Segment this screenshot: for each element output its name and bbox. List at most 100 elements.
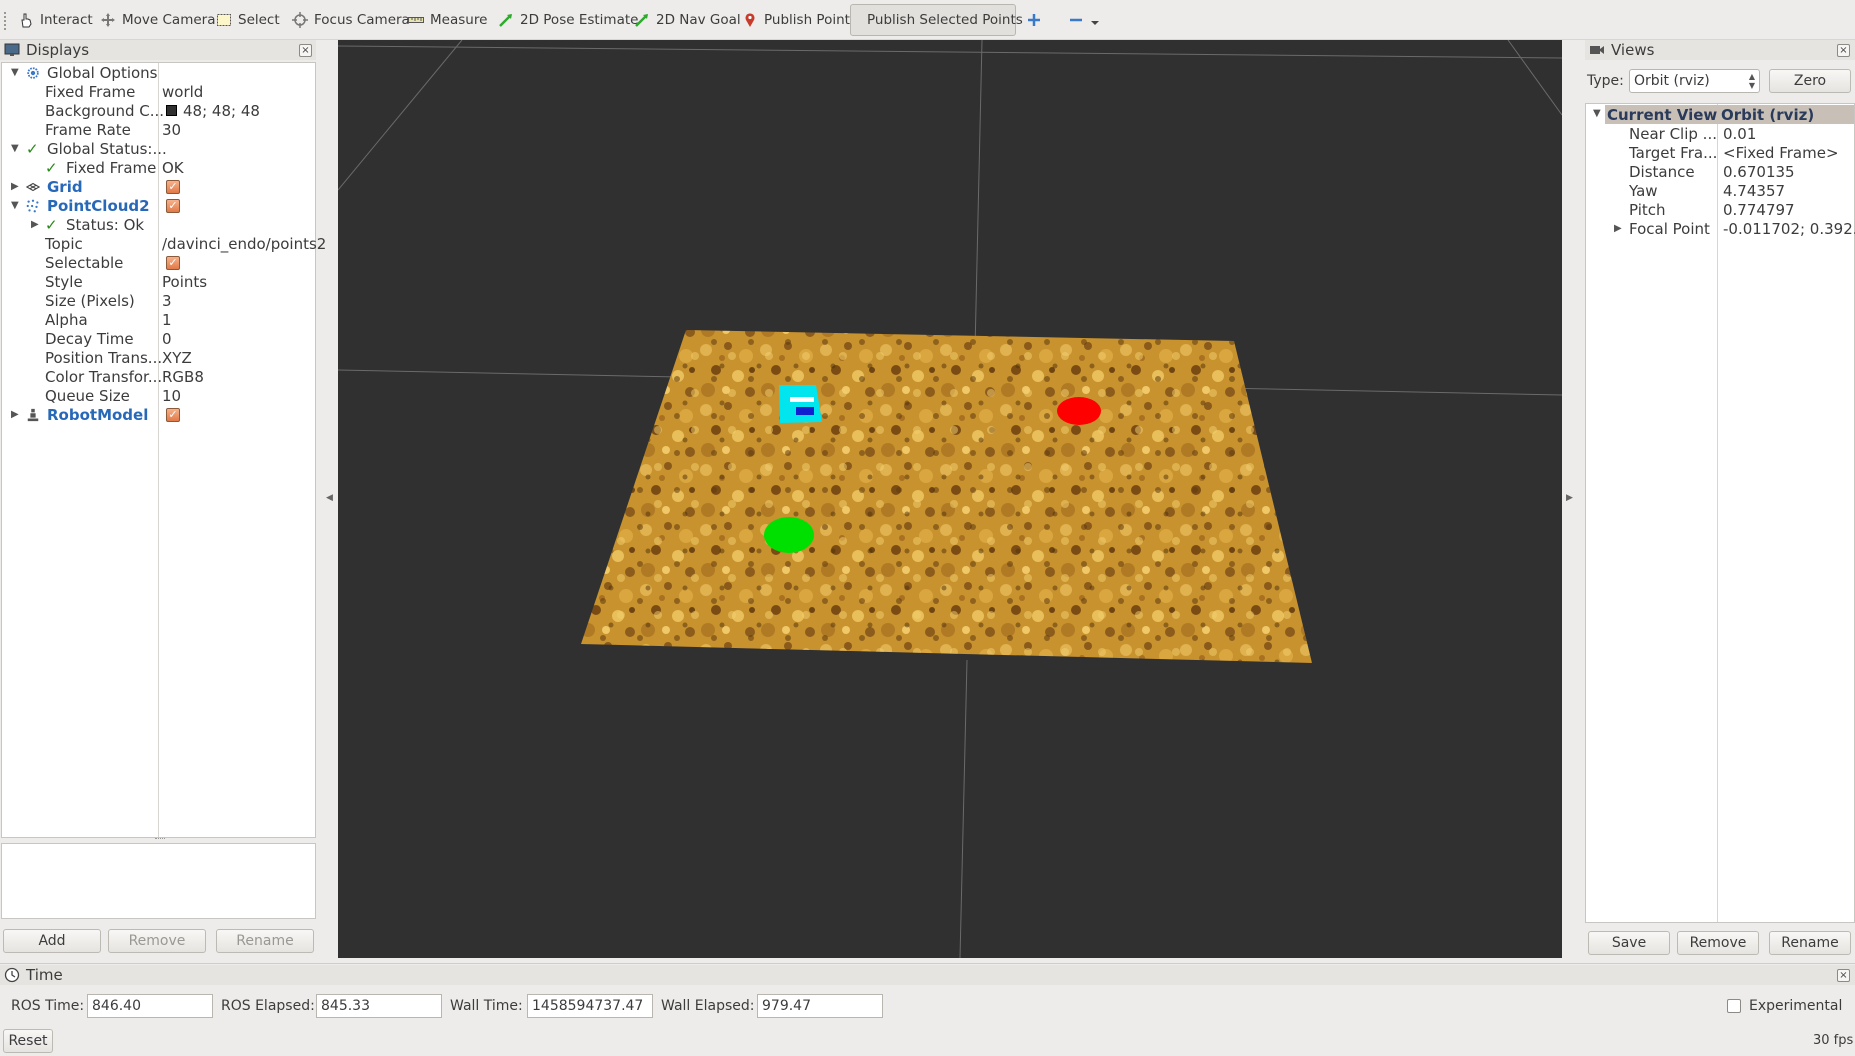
enabled-checkbox[interactable]: ✓	[166, 179, 180, 194]
save-view-button[interactable]: Save	[1588, 931, 1670, 955]
display-row-pointcloud2[interactable]: ▼ PointCloud2 ✓	[2, 196, 315, 215]
expand-arrow-icon[interactable]: ▶	[31, 219, 39, 230]
enabled-checkbox[interactable]: ✓	[166, 198, 180, 213]
view-row-yaw[interactable]: Yaw 4.74357	[1586, 181, 1854, 200]
display-row-value[interactable]: 1	[162, 311, 172, 329]
display-row-value[interactable]: 3	[162, 292, 172, 310]
views-panel-close-icon[interactable]: ×	[1837, 44, 1850, 57]
interact-tool-button[interactable]: Interact	[14, 4, 97, 36]
views-tree[interactable]: Current View Orbit (rviz) ▼ Near Clip ..…	[1585, 103, 1855, 923]
selectable-checkbox[interactable]: ✓	[166, 255, 180, 270]
ros-elapsed-field[interactable]: 845.33	[316, 994, 442, 1018]
display-row-alpha[interactable]: Alpha 1	[2, 310, 315, 329]
view-row-distance[interactable]: Distance 0.670135	[1586, 162, 1854, 181]
select-tool-button[interactable]: Select	[212, 4, 284, 36]
add-display-button[interactable]: Add	[3, 929, 101, 953]
display-row-name: Fixed Frame	[66, 158, 157, 177]
remove-tool-button[interactable]	[1064, 4, 1104, 36]
expand-arrow-icon[interactable]: ▶	[11, 409, 19, 420]
display-row-value[interactable]: 10	[162, 387, 181, 405]
view-row-value[interactable]: 4.74357	[1723, 182, 1785, 200]
right-splitter-arrow-icon[interactable]: ▶	[1566, 493, 1573, 503]
zero-view-button[interactable]: Zero	[1769, 69, 1851, 93]
view-row-value[interactable]: 0.670135	[1723, 163, 1795, 181]
display-row-status-ok[interactable]: ▶ ✓ Status: Ok	[2, 215, 315, 234]
view-row-target-frame[interactable]: Target Fra... <Fixed Frame>	[1586, 143, 1854, 162]
displays-tree[interactable]: ▼ Global Options Fixed Frame world Backg…	[1, 62, 326, 838]
display-row-value[interactable]: 48; 48; 48	[183, 102, 260, 120]
display-row-global-status[interactable]: ▼ ✓ Global Status:...	[2, 139, 315, 158]
view-row-near-clip[interactable]: Near Clip ... 0.01	[1586, 124, 1854, 143]
display-row-fixed-frame[interactable]: Fixed Frame world	[2, 82, 315, 101]
wall-time-field[interactable]: 1458594737.47	[527, 994, 653, 1018]
display-row-global-options[interactable]: ▼ Global Options	[2, 63, 315, 82]
display-row-frame-rate[interactable]: Frame Rate 30	[2, 120, 315, 139]
add-tool-button[interactable]	[1022, 4, 1046, 36]
reset-button[interactable]: Reset	[3, 1029, 53, 1053]
collapse-arrow-icon[interactable]: ▼	[11, 143, 19, 154]
displays-panel-close-icon[interactable]: ×	[299, 44, 312, 57]
view-row-focal-point[interactable]: ▶ Focal Point -0.011702; 0.392...	[1586, 219, 1855, 238]
focus-camera-tool-button[interactable]: Focus Camera	[288, 4, 414, 36]
display-row-name: Topic	[45, 234, 83, 253]
view-row-value[interactable]: -0.011702; 0.392...	[1723, 220, 1855, 238]
rename-view-button[interactable]: Rename	[1769, 931, 1851, 955]
display-row-size-pixels[interactable]: Size (Pixels) 3	[2, 291, 315, 310]
toolbar-grip[interactable]	[4, 12, 7, 30]
current-view-header-row[interactable]: Current View Orbit (rviz)	[1605, 105, 1854, 124]
2d-pose-estimate-tool-button[interactable]: 2D Pose Estimate	[494, 4, 642, 36]
view-row-value[interactable]: <Fixed Frame>	[1723, 144, 1839, 162]
color-swatch[interactable]	[166, 105, 177, 116]
view-type-select[interactable]: Orbit (rviz) ▲ ▼	[1629, 69, 1760, 93]
measure-tool-button[interactable]: Measure	[404, 4, 491, 36]
display-row-position-transformer[interactable]: Position Trans... XYZ	[2, 348, 315, 367]
display-row-value[interactable]: Points	[162, 273, 207, 291]
display-row-name: Background C...	[45, 101, 165, 120]
display-row-value[interactable]: /davinci_endo/points2	[162, 235, 326, 253]
display-row-style[interactable]: Style Points	[2, 272, 315, 291]
collapse-arrow-icon[interactable]: ▼	[11, 200, 19, 211]
ros-time-field[interactable]: 846.40	[87, 994, 213, 1018]
rename-display-button[interactable]: Rename	[216, 929, 314, 953]
expand-arrow-icon[interactable]: ▶	[1614, 223, 1622, 234]
expand-arrow-icon[interactable]: ▶	[11, 181, 19, 192]
2d-nav-goal-tool-button[interactable]: 2D Nav Goal	[630, 4, 745, 36]
display-row-topic[interactable]: Topic /davinci_endo/points2	[2, 234, 326, 253]
3d-scene[interactable]: A	[338, 40, 1562, 958]
3d-render-viewport[interactable]: A	[338, 40, 1562, 958]
left-splitter-arrow-icon[interactable]: ◀	[326, 493, 333, 503]
publish-point-tool-button[interactable]: Publish Point	[738, 4, 854, 36]
check-icon: ✓	[26, 139, 39, 158]
collapse-arrow-icon[interactable]: ▼	[1593, 108, 1601, 119]
display-row-value[interactable]: 30	[162, 121, 181, 139]
display-row-queue-size[interactable]: Queue Size 10	[2, 386, 315, 405]
display-row-status-fixed-frame[interactable]: ✓ Fixed Frame OK	[2, 158, 315, 177]
display-row-decay-time[interactable]: Decay Time 0	[2, 329, 315, 348]
displays-panel-title-bar[interactable]: Displays	[0, 40, 316, 60]
publish-selected-points-tool-button[interactable]: Publish Selected Points	[850, 4, 1023, 36]
move-camera-tool-button[interactable]: Move Camera	[96, 4, 219, 36]
display-row-grid[interactable]: ▶ Grid ✓	[2, 177, 315, 196]
remove-view-button[interactable]: Remove	[1677, 931, 1759, 955]
experimental-checkbox[interactable]	[1727, 999, 1741, 1013]
remove-display-button[interactable]: Remove	[108, 929, 206, 953]
view-row-value[interactable]: 0.774797	[1723, 201, 1795, 219]
view-row-pitch[interactable]: Pitch 0.774797	[1586, 200, 1854, 219]
display-row-robotmodel[interactable]: ▶ RobotModel ✓	[2, 405, 315, 424]
display-row-value[interactable]: world	[162, 83, 203, 101]
display-row-background-color[interactable]: Background C... 48; 48; 48	[2, 101, 315, 120]
publish-selected-points-tool-label: Publish Selected Points	[867, 12, 1023, 28]
time-panel-title-bar[interactable]: Time	[0, 965, 1855, 985]
collapse-arrow-icon[interactable]: ▼	[11, 67, 19, 78]
display-row-value[interactable]: XYZ	[162, 349, 192, 367]
display-row-color-transformer[interactable]: Color Transfor... RGB8	[2, 367, 315, 386]
view-row-value[interactable]: 0.01	[1723, 125, 1756, 143]
enabled-checkbox[interactable]: ✓	[166, 407, 180, 422]
time-panel-close-icon[interactable]: ×	[1837, 969, 1850, 982]
views-panel-title-bar[interactable]: Views	[1585, 40, 1855, 60]
display-row-selectable[interactable]: Selectable ✓	[2, 253, 315, 272]
wall-elapsed-field[interactable]: 979.47	[757, 994, 883, 1018]
display-row-value[interactable]: 0	[162, 330, 172, 348]
display-row-value[interactable]: RGB8	[162, 368, 204, 386]
splitter-handle[interactable]	[155, 838, 165, 842]
